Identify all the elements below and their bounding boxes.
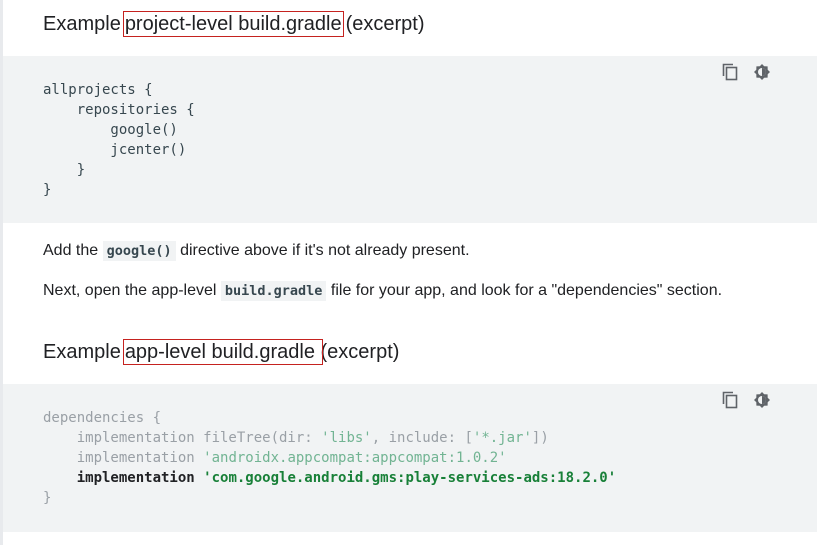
code-token: , include: [ <box>371 430 473 446</box>
code-content-project: allprojects { repositories { google() jc… <box>43 80 195 200</box>
heading-highlight: app-level build.gradle <box>122 339 323 365</box>
theme-icon-svg <box>754 64 770 80</box>
code-content-app: dependencies { implementation fileTree(d… <box>43 408 616 508</box>
copy-icon[interactable] <box>720 62 740 82</box>
para-text: directive above if it's not already pres… <box>175 242 470 259</box>
paragraph-google-directive: Add the google() directive above if it's… <box>43 241 470 261</box>
heading-suffix: (excerpt) <box>320 341 400 363</box>
theme-icon-svg <box>754 392 770 408</box>
code-line: jcenter() <box>43 142 187 158</box>
code-string: 'androidx.appcompat:appcompat:1.0.2' <box>203 450 507 466</box>
code-line: dependencies { <box>43 410 162 426</box>
heading-prefix: Example <box>43 13 121 35</box>
code-line: google() <box>43 122 178 138</box>
heading-highlight: project-level build.gradle <box>122 11 344 37</box>
code-token: ]) <box>531 430 549 446</box>
code-line: } <box>43 490 52 506</box>
para-text: Add the <box>43 242 103 259</box>
inline-code-build-gradle: build.gradle <box>220 281 327 301</box>
code-line: implementation 'androidx.appcompat:appco… <box>43 448 616 468</box>
code-string: 'com.google.android.gms:play-services-ad… <box>203 470 617 486</box>
copy-icon-svg <box>722 391 738 409</box>
heading-suffix: (excerpt) <box>345 13 425 35</box>
heading-prefix: Example <box>43 341 121 363</box>
paragraph-app-level: Next, open the app-level build.gradle fi… <box>43 281 723 301</box>
code-string: 'libs' <box>321 430 372 446</box>
code-block-app: dependencies { implementation fileTree(d… <box>3 384 817 532</box>
para-text: file for your app, and look for a "depen… <box>326 282 723 299</box>
code-line-highlighted: implementation 'com.google.android.gms:p… <box>43 468 616 488</box>
dark-theme-toggle-icon[interactable] <box>752 62 772 82</box>
heading-app-level: Example app-level build.gradle (excerpt) <box>43 339 399 365</box>
code-token: implementation <box>43 470 204 486</box>
code-token: implementation fileTree(dir: <box>43 430 322 446</box>
code-line: implementation fileTree(dir: 'libs', inc… <box>43 428 616 448</box>
para-text: Next, open the app-level <box>43 282 221 299</box>
code-line: } <box>43 162 86 178</box>
code-string: '*.jar' <box>472 430 532 446</box>
code-block-project: allprojects { repositories { google() jc… <box>3 56 817 223</box>
code-line: allprojects { <box>43 82 153 98</box>
copy-icon-svg <box>722 63 738 81</box>
heading-project-level: Example project-level build.gradle (excerp… <box>43 11 425 37</box>
copy-icon[interactable] <box>720 390 740 410</box>
inline-code-google: google() <box>102 241 176 261</box>
code-line: } <box>43 182 52 198</box>
code-token: implementation <box>43 450 204 466</box>
dark-theme-toggle-icon[interactable] <box>752 390 772 410</box>
code-line: repositories { <box>43 102 195 118</box>
